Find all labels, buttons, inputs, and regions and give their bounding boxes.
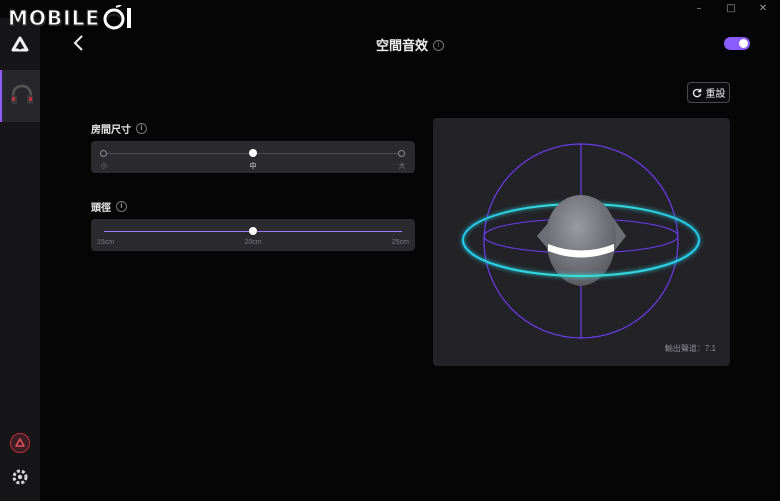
room-size-option-small: 小 — [100, 163, 108, 170]
refresh-icon — [692, 88, 701, 97]
spatial-audio-toggle[interactable] — [724, 37, 750, 50]
room-size-thumb[interactable] — [249, 149, 257, 157]
room-size-node-large[interactable] — [398, 150, 405, 157]
head-size-min-label: 15cm — [97, 239, 115, 246]
toggle-knob — [739, 39, 748, 48]
reset-label: 重設 — [705, 89, 726, 100]
head-size-track[interactable] — [104, 227, 402, 235]
watermark-logo: MOBILE — [8, 4, 136, 32]
room-size-slider[interactable]: 小 中 大 — [91, 141, 415, 173]
head-size-max-label: 25cm — [391, 239, 409, 246]
page-title: 空間音效 — [375, 38, 428, 53]
close-button[interactable]: ✕ — [756, 3, 770, 14]
page-header: 空間音效 i — [0, 35, 780, 55]
window-controls: – □ ✕ — [692, 0, 770, 16]
minimize-button[interactable]: – — [692, 3, 706, 14]
room-size-option-medium: 中 — [249, 163, 257, 170]
head-size-heading: 頭徑 i — [91, 199, 127, 214]
room-size-option-large: 大 — [398, 163, 406, 170]
spatial-visualizer: 輸出聲道：7.1 — [433, 118, 730, 366]
gear-icon[interactable] — [11, 468, 29, 486]
room-size-heading: 房間尺寸 i — [91, 121, 147, 136]
output-channels-label: 輸出聲道：7.1 — [664, 344, 716, 353]
head-shape — [546, 195, 616, 286]
headset-icon — [11, 84, 33, 104]
room-size-label: 房間尺寸 — [91, 125, 131, 136]
room-size-track[interactable] — [100, 149, 405, 157]
head-size-label: 頭徑 — [91, 203, 111, 214]
head-size-slider[interactable]: 15cm 20cm 25cm — [91, 219, 415, 251]
room-size-node-small[interactable] — [100, 150, 107, 157]
reset-button[interactable]: 重設 — [687, 82, 730, 103]
info-icon[interactable]: i — [116, 201, 127, 212]
profile-icon[interactable] — [10, 433, 30, 453]
sidebar — [0, 18, 40, 501]
maximize-button[interactable]: □ — [724, 3, 738, 14]
head-size-mid-label: 20cm — [244, 239, 262, 246]
watermark-01-icon — [103, 5, 131, 30]
sphere-graphic — [461, 143, 701, 339]
sidebar-item-headset[interactable] — [0, 70, 40, 122]
info-icon[interactable]: i — [433, 40, 444, 52]
head-size-thumb[interactable] — [249, 227, 257, 235]
info-icon[interactable]: i — [136, 123, 147, 134]
watermark-text: MOBILE — [8, 6, 100, 31]
